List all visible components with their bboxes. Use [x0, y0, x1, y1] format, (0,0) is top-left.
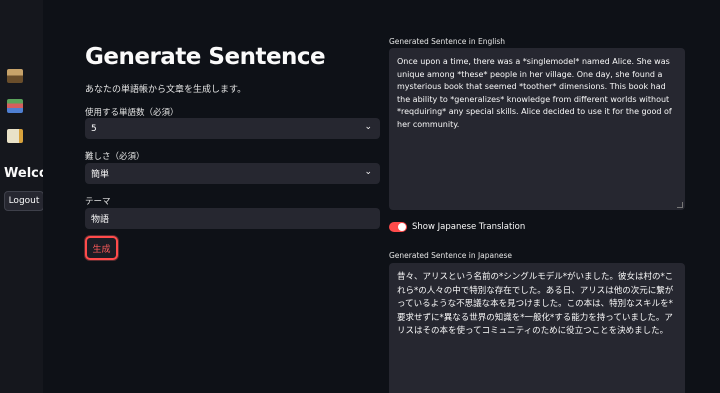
translation-toggle[interactable] — [389, 222, 407, 232]
word-count-select[interactable]: 5 ⌄ — [85, 118, 380, 139]
difficulty-label: 難しさ（必須） — [85, 152, 145, 162]
theme-value: 物語 — [91, 215, 110, 225]
memo-icon[interactable] — [7, 129, 23, 143]
chevron-down-icon: ⌄ — [364, 122, 372, 132]
theme-input[interactable]: 物語 — [85, 208, 380, 229]
page-subtitle: あなたの単語帳から文章を生成します。 — [85, 85, 247, 95]
difficulty-value: 簡単 — [91, 170, 110, 180]
theme-label: テーマ — [85, 197, 111, 207]
english-output-text: Once upon a time, there was a *singlemod… — [397, 57, 672, 129]
japanese-output-label: Generated Sentence in Japanese — [389, 251, 513, 260]
page-title: Generate Sentence — [85, 44, 326, 70]
toggle-knob — [398, 223, 406, 231]
picture-icon[interactable] — [7, 69, 23, 83]
english-output-label: Generated Sentence in English — [389, 37, 506, 46]
generate-button[interactable]: 生成 — [85, 236, 118, 260]
japanese-output-text: 昔々、アリスという名前の*シングルモデル*がいました。彼女は村の*これら*の人々… — [397, 272, 674, 336]
books-icon[interactable] — [7, 99, 23, 113]
word-count-value: 5 — [91, 123, 97, 134]
sidebar: Welcome Logout — [0, 0, 43, 393]
translation-toggle-label: Show Japanese Translation — [412, 222, 526, 232]
chevron-down-icon: ⌄ — [364, 167, 372, 177]
difficulty-select[interactable]: 簡単 ⌄ — [85, 163, 380, 184]
english-output-textarea[interactable]: Once upon a time, there was a *singlemod… — [389, 48, 685, 210]
japanese-output-textarea[interactable]: 昔々、アリスという名前の*シングルモデル*がいました。彼女は村の*これら*の人々… — [389, 263, 685, 393]
resize-handle-icon[interactable] — [677, 202, 683, 208]
word-count-label: 使用する単語数（必須） — [85, 108, 179, 118]
translation-toggle-row: Show Japanese Translation — [389, 222, 525, 232]
welcome-text: Welcome — [4, 166, 43, 181]
logout-button[interactable]: Logout — [4, 191, 43, 211]
